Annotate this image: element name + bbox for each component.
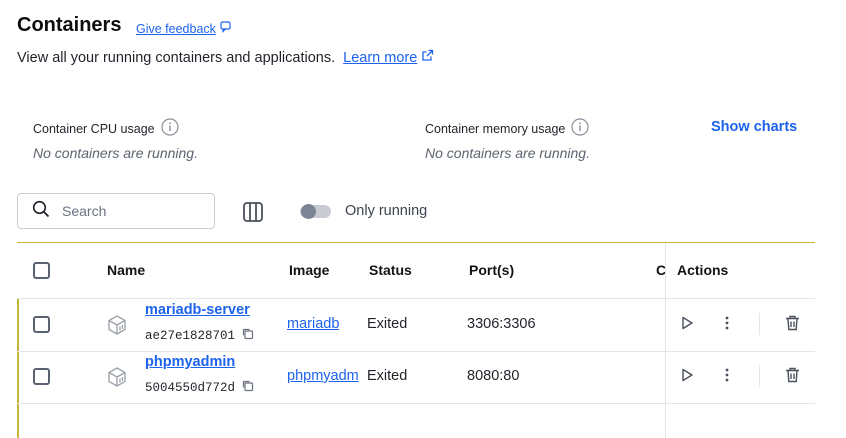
- row-checkbox[interactable]: [33, 368, 50, 385]
- container-name-link[interactable]: mariadb-server: [145, 302, 250, 318]
- delete-button[interactable]: [782, 367, 802, 387]
- trash-icon: [785, 367, 800, 388]
- search-box[interactable]: [17, 193, 215, 229]
- more-options-button[interactable]: [717, 315, 737, 335]
- more-vertical-icon: [725, 316, 729, 335]
- cpu-usage-label: Container CPU usage: [33, 118, 179, 139]
- column-header-status[interactable]: Status: [369, 262, 412, 278]
- more-vertical-icon: [725, 368, 729, 387]
- status-text: Exited: [367, 368, 408, 384]
- row-highlight-bar: [17, 299, 19, 351]
- column-header-image[interactable]: Image: [289, 262, 329, 278]
- column-settings-button[interactable]: [241, 200, 265, 224]
- cpu-usage-empty: No containers are running.: [33, 145, 198, 161]
- search-icon: [32, 200, 50, 223]
- container-id-text: 5004550d772d: [145, 380, 236, 395]
- feedback-icon: [220, 21, 232, 36]
- ports-text: 3306:3306: [467, 316, 536, 332]
- status-text: Exited: [367, 316, 408, 332]
- container-id: 5004550d772d: [145, 379, 254, 396]
- memory-usage-empty: No containers are running.: [425, 145, 590, 161]
- give-feedback-text[interactable]: Give feedback: [136, 22, 216, 36]
- container-name-link[interactable]: phpmyadmin: [145, 354, 235, 370]
- column-header-ports[interactable]: Port(s): [469, 262, 514, 278]
- row-divider: [17, 351, 815, 352]
- trash-icon: [785, 315, 800, 336]
- info-icon[interactable]: [571, 118, 589, 139]
- column-header-truncated[interactable]: C: [656, 262, 665, 278]
- subtitle-text: View all your running containers and app…: [17, 49, 336, 66]
- only-running-label: Only running: [345, 203, 428, 219]
- container-icon: [106, 314, 128, 341]
- table-top-border: [17, 242, 815, 243]
- column-header-name[interactable]: Name: [107, 262, 145, 278]
- row-divider: [17, 403, 815, 404]
- columns-icon: [241, 202, 265, 228]
- ports-text: 8080:80: [467, 368, 520, 384]
- start-button[interactable]: [677, 315, 697, 335]
- row-checkbox[interactable]: [33, 316, 50, 333]
- page-title: Containers: [17, 14, 122, 36]
- only-running-toggle[interactable]: [300, 204, 331, 219]
- header-divider: [17, 298, 815, 299]
- column-header-actions: Actions: [677, 262, 729, 278]
- actions-column-divider: [665, 243, 666, 438]
- give-feedback-link[interactable]: Give feedback: [136, 21, 232, 36]
- play-icon: [680, 316, 694, 335]
- actions-divider: [759, 365, 760, 387]
- container-id-text: ae27e1828701: [145, 328, 236, 343]
- copy-icon[interactable]: [241, 327, 254, 344]
- learn-more-link[interactable]: Learn more: [343, 50, 417, 66]
- table-left-border: [17, 404, 19, 438]
- info-icon[interactable]: [161, 118, 179, 139]
- image-link[interactable]: phpmyadm: [287, 368, 359, 384]
- copy-icon[interactable]: [241, 379, 254, 396]
- play-icon: [680, 368, 694, 387]
- page-subtitle: View all your running containers and app…: [17, 49, 434, 66]
- external-link-icon: [421, 49, 434, 66]
- show-charts-button[interactable]: Show charts: [711, 119, 797, 135]
- container-icon: [106, 366, 128, 393]
- memory-usage-label: Container memory usage: [425, 118, 589, 139]
- delete-button[interactable]: [782, 315, 802, 335]
- search-input[interactable]: [60, 202, 204, 220]
- image-link[interactable]: mariadb: [287, 316, 339, 332]
- toggle-knob: [301, 204, 316, 219]
- actions-divider: [759, 313, 760, 335]
- row-highlight-bar: [17, 352, 19, 403]
- container-id: ae27e1828701: [145, 327, 254, 344]
- select-all-checkbox[interactable]: [33, 262, 50, 279]
- more-options-button[interactable]: [717, 367, 737, 387]
- cpu-usage-text: Container CPU usage: [33, 121, 155, 136]
- start-button[interactable]: [677, 367, 697, 387]
- memory-usage-text: Container memory usage: [425, 121, 566, 136]
